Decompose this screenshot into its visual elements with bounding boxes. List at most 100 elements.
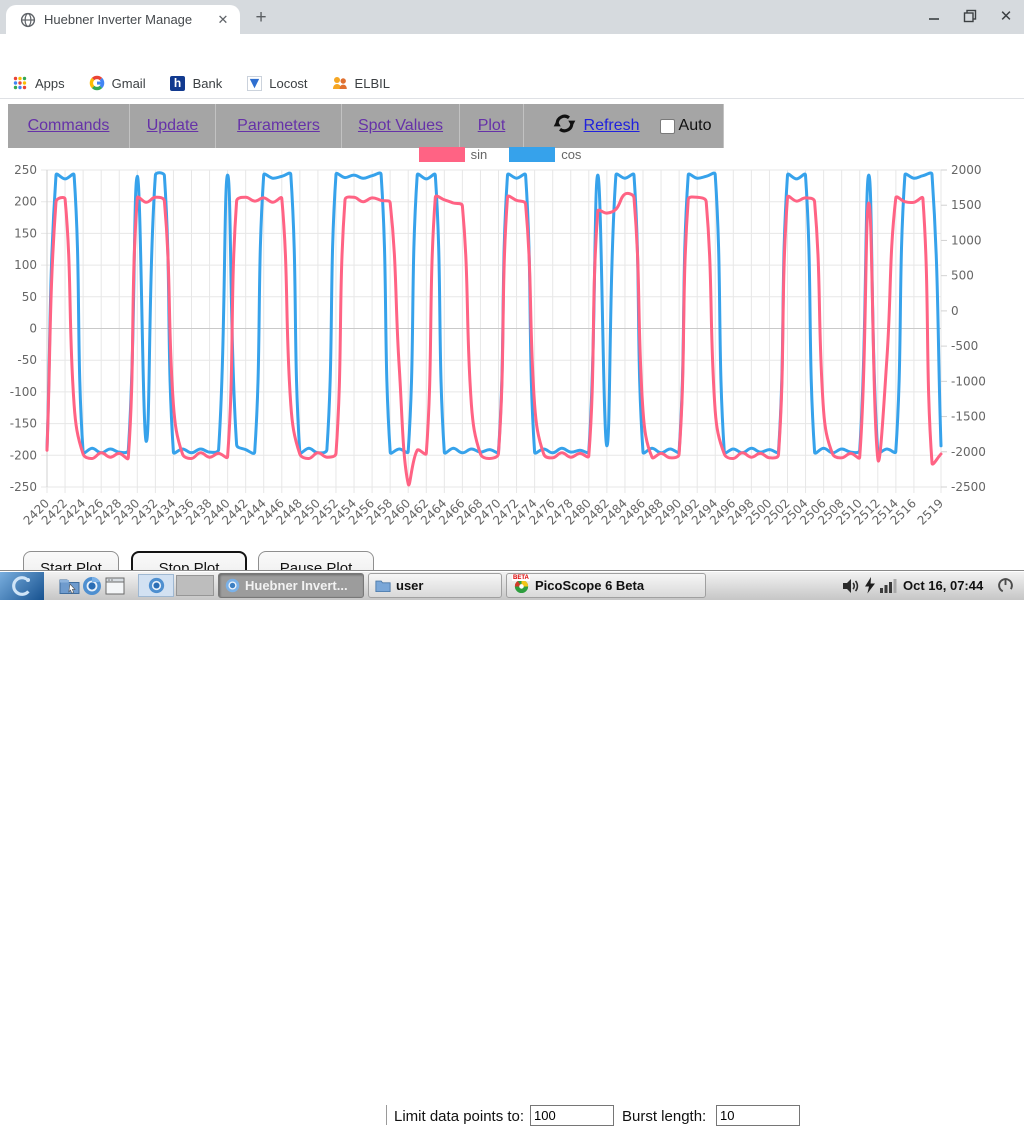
svg-text:1000: 1000 xyxy=(951,233,982,247)
svg-text:-1000: -1000 xyxy=(951,374,986,388)
taskbar: Huebner Invert... user BETA PicoScope 6 … xyxy=(0,571,1024,600)
tab-strip: Huebner Inverter Manage ✕ + ✕ xyxy=(0,0,1024,34)
bookmark-apps[interactable]: Apps xyxy=(12,75,65,91)
line-chart: 2420242224242426242824302432243424362438… xyxy=(0,150,1000,545)
nav-cell-parameters: Parameters xyxy=(216,104,342,148)
series-line-sin xyxy=(47,193,941,485)
chart-legend: sin cos xyxy=(0,147,1000,162)
legend-item-cos[interactable]: cos xyxy=(509,147,581,162)
refresh-icon[interactable] xyxy=(552,111,577,141)
burst-length-input[interactable] xyxy=(716,1105,800,1126)
task-label: Huebner Invert... xyxy=(245,578,348,593)
volume-icon[interactable] xyxy=(842,578,861,599)
start-menu-button[interactable] xyxy=(0,572,44,600)
svg-text:1500: 1500 xyxy=(951,198,982,212)
legend-item-sin[interactable]: sin xyxy=(419,147,488,162)
svg-text:-150: -150 xyxy=(10,417,37,431)
chromium-launcher-icon[interactable] xyxy=(81,575,103,597)
minimize-icon[interactable] xyxy=(924,6,944,26)
beta-badge: BETA xyxy=(512,575,530,581)
bookmark-label: ELBIL xyxy=(355,76,390,91)
nav-cell-update: Update xyxy=(130,104,216,148)
restore-icon[interactable] xyxy=(960,6,980,26)
taskbar-item-huebner[interactable]: Huebner Invert... xyxy=(218,573,364,598)
nav-link-plot[interactable]: Plot xyxy=(478,117,506,135)
desktop-window-launcher-icon[interactable] xyxy=(104,575,126,597)
gmail-icon xyxy=(89,75,105,91)
svg-text:2000: 2000 xyxy=(951,163,982,177)
nav-cell-plot: Plot xyxy=(460,104,524,148)
bookmark-locost[interactable]: Locost xyxy=(246,75,307,91)
file-manager-launcher-icon[interactable] xyxy=(58,575,80,597)
svg-text:250: 250 xyxy=(14,163,37,177)
bookmark-bank[interactable]: h Bank xyxy=(170,75,223,91)
limit-data-points-label: Limit data points to: xyxy=(386,1105,524,1125)
legend-label-sin: sin xyxy=(471,147,488,162)
svg-text:-100: -100 xyxy=(10,385,37,399)
nav-cell-spot-values: Spot Values xyxy=(342,104,460,148)
svg-text:500: 500 xyxy=(951,269,974,283)
svg-text:2519: 2519 xyxy=(915,496,946,527)
tab-close-icon[interactable]: ✕ xyxy=(214,11,232,29)
svg-text:-1500: -1500 xyxy=(951,410,986,424)
auto-checkbox[interactable] xyxy=(660,119,675,134)
svg-text:-2500: -2500 xyxy=(951,480,986,494)
window-controls: ✕ xyxy=(924,6,1016,26)
lubuntu-logo-icon xyxy=(10,574,34,598)
taskbar-clock[interactable]: Oct 16, 07:44 xyxy=(903,578,983,593)
picoscope-icon: BETA xyxy=(513,577,530,594)
locost-icon xyxy=(246,75,262,91)
svg-text:100: 100 xyxy=(14,258,37,272)
browser-toolbar: Not secure 192.168.4.1/#spot ☆ ⋮ xyxy=(0,34,1024,68)
nav-link-commands[interactable]: Commands xyxy=(28,117,110,135)
chromium-tray-icon[interactable] xyxy=(138,574,174,597)
browser-tab[interactable]: Huebner Inverter Manage ✕ xyxy=(6,5,240,34)
bookmark-label: Bank xyxy=(193,76,223,91)
sin-swatch xyxy=(419,147,465,162)
svg-text:-200: -200 xyxy=(10,448,37,462)
svg-text:-500: -500 xyxy=(951,339,978,353)
nav-link-spot-values[interactable]: Spot Values xyxy=(358,117,443,135)
limit-data-points-input[interactable] xyxy=(530,1105,614,1126)
svg-text:150: 150 xyxy=(14,226,37,240)
folder-icon xyxy=(375,579,391,592)
burst-length-label: Burst length: xyxy=(622,1108,706,1125)
nav-link-update[interactable]: Update xyxy=(147,117,199,135)
cos-swatch xyxy=(509,147,555,162)
bookmarks-bar: Apps Gmail h Bank Locost ELBIL xyxy=(0,68,1024,99)
nav-link-parameters[interactable]: Parameters xyxy=(237,117,320,135)
svg-text:200: 200 xyxy=(14,195,37,209)
svg-text:50: 50 xyxy=(22,290,37,304)
auto-label: Auto xyxy=(679,117,712,135)
legend-label-cos: cos xyxy=(561,147,581,162)
bookmark-elbil[interactable]: ELBIL xyxy=(332,75,390,91)
apps-grid-icon xyxy=(12,75,28,91)
bookmark-label: Apps xyxy=(35,76,65,91)
task-label: PicoScope 6 Beta xyxy=(535,578,644,593)
bookmark-gmail[interactable]: Gmail xyxy=(89,75,146,91)
nav-cell-commands: Commands xyxy=(8,104,130,148)
network-signal-icon[interactable] xyxy=(880,579,897,598)
page-nav-bar: CommandsUpdateParametersSpot ValuesPlot … xyxy=(8,104,724,148)
refresh-link[interactable]: Refresh xyxy=(584,117,640,135)
bookmark-label: Locost xyxy=(269,76,307,91)
svg-text:-50: -50 xyxy=(17,353,37,367)
chromium-icon xyxy=(225,578,240,593)
svg-text:-2000: -2000 xyxy=(951,445,986,459)
shutdown-icon[interactable] xyxy=(997,577,1014,599)
taskbar-item-user[interactable]: user xyxy=(368,573,502,598)
globe-favicon-icon xyxy=(20,12,36,28)
power-bolt-icon[interactable] xyxy=(864,577,876,599)
nav-links: Commands Update Parameters Spot Values Plot xyxy=(8,104,524,148)
close-window-icon[interactable]: ✕ xyxy=(996,6,1016,26)
svg-text:0: 0 xyxy=(29,322,37,336)
nav-refresh-cell: Refresh Auto xyxy=(524,104,724,148)
workspace-pager[interactable] xyxy=(176,575,214,596)
series-line-cos xyxy=(47,173,941,454)
task-label: user xyxy=(396,578,423,593)
bank-icon: h xyxy=(170,75,186,91)
tab-title: Huebner Inverter Manage xyxy=(44,12,200,27)
taskbar-item-picoscope[interactable]: BETA PicoScope 6 Beta xyxy=(506,573,706,598)
new-tab-button[interactable]: + xyxy=(250,7,272,29)
desktop: { "browser": { "tab": { "title": "Huebne… xyxy=(0,0,1024,600)
